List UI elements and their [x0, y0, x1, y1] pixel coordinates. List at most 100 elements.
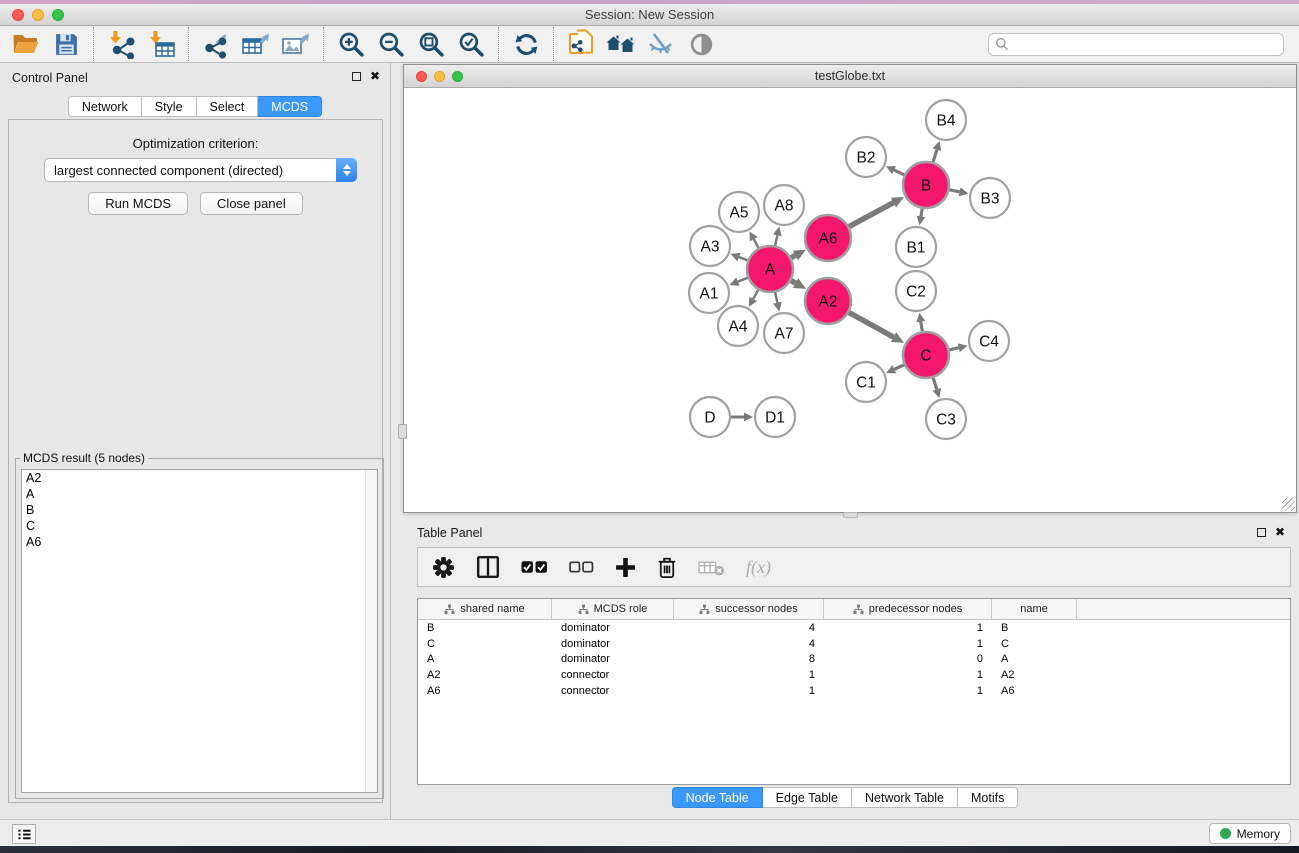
delete-table-button[interactable]: [698, 559, 725, 576]
search-input[interactable]: [1009, 37, 1277, 51]
splitter-handle[interactable]: [398, 424, 407, 439]
import-network-button[interactable]: [101, 27, 141, 61]
network-minimize-button[interactable]: [434, 71, 445, 82]
tab-motifs[interactable]: Motifs: [958, 787, 1018, 808]
resize-grip-icon[interactable]: [1282, 498, 1295, 511]
criterion-select[interactable]: largest connected component (directed): [44, 158, 357, 182]
splitter-handle[interactable]: [843, 512, 858, 518]
result-item[interactable]: A6: [22, 534, 377, 550]
table-cell[interactable]: A: [418, 653, 552, 665]
table-cell[interactable]: B: [418, 622, 552, 634]
export-network-button[interactable]: [196, 27, 236, 61]
network-zoom-button[interactable]: [452, 71, 463, 82]
table-cell[interactable]: C: [418, 638, 552, 650]
table-cell[interactable]: B: [992, 622, 1077, 634]
table-row[interactable]: Bdominator41B: [418, 620, 1290, 636]
result-item[interactable]: A: [22, 486, 377, 502]
table-cell[interactable]: 8: [674, 653, 824, 665]
zoom-window-button[interactable]: [52, 9, 64, 21]
mcds-result-list[interactable]: A2ABCA6: [21, 469, 378, 793]
graph-edge[interactable]: [949, 348, 958, 350]
graph-edge[interactable]: [849, 313, 894, 338]
tab-style[interactable]: Style: [142, 96, 197, 117]
column-header[interactable]: successor nodes: [674, 599, 824, 619]
network-window-titlebar[interactable]: testGlobe.txt: [404, 65, 1296, 88]
save-session-button[interactable]: [46, 27, 86, 61]
table-cell[interactable]: 4: [674, 638, 824, 650]
table-cell[interactable]: connector: [552, 669, 674, 681]
show-columns-button[interactable]: [476, 555, 500, 579]
graph-edge[interactable]: [894, 170, 904, 175]
select-all-button[interactable]: [521, 560, 548, 574]
table-cell[interactable]: dominator: [552, 653, 674, 665]
import-table-button[interactable]: [141, 27, 181, 61]
table-cell[interactable]: A2: [992, 669, 1077, 681]
graph-edge[interactable]: [791, 255, 795, 257]
graph-edge[interactable]: [775, 235, 777, 245]
table-cell[interactable]: dominator: [552, 638, 674, 650]
graph-edge[interactable]: [950, 190, 960, 192]
task-history-button[interactable]: [12, 824, 36, 844]
table-cell[interactable]: connector: [552, 685, 674, 697]
result-item[interactable]: B: [22, 502, 377, 518]
graph-edge[interactable]: [921, 209, 922, 217]
table-cell[interactable]: A: [992, 653, 1077, 665]
zoom-out-button[interactable]: [371, 27, 411, 61]
column-header[interactable]: shared name: [418, 599, 552, 619]
float-panel-icon[interactable]: [352, 72, 361, 81]
table-cell[interactable]: 1: [674, 685, 824, 697]
table-cell[interactable]: 1: [824, 622, 992, 634]
run-mcds-button[interactable]: Run MCDS: [88, 192, 188, 215]
result-item[interactable]: C: [22, 518, 377, 534]
table-cell[interactable]: 1: [674, 669, 824, 681]
graph-edge[interactable]: [738, 278, 748, 282]
tab-network[interactable]: Network: [68, 96, 142, 117]
graph-edge[interactable]: [894, 365, 904, 369]
table-row[interactable]: A6connector11A6: [418, 683, 1290, 699]
network-close-button[interactable]: [416, 71, 427, 82]
graph-edge[interactable]: [754, 239, 759, 248]
table-cell[interactable]: A6: [992, 685, 1077, 697]
export-image-button[interactable]: [276, 27, 316, 61]
column-header[interactable]: name: [992, 599, 1077, 619]
graph-edge[interactable]: [791, 281, 796, 284]
column-header[interactable]: MCDS role: [552, 599, 674, 619]
node-table[interactable]: shared nameMCDS rolesuccessor nodesprede…: [417, 598, 1291, 785]
tab-network-table[interactable]: Network Table: [852, 787, 958, 808]
function-builder-button[interactable]: f(x): [746, 557, 771, 578]
refresh-button[interactable]: [506, 27, 546, 61]
network-graph[interactable]: B4B2BB3A5A8A6B1A3AC2A1A2A4A7C4CC1C3DD1: [404, 88, 1296, 512]
network-canvas[interactable]: B4B2BB3A5A8A6B1A3AC2A1A2A4A7C4CC1C3DD1: [404, 88, 1296, 512]
tab-edge-table[interactable]: Edge Table: [763, 787, 852, 808]
add-column-button[interactable]: [615, 557, 636, 578]
graph-edge[interactable]: [921, 322, 923, 332]
hide-details-button[interactable]: [641, 27, 681, 61]
table-cell[interactable]: 1: [824, 685, 992, 697]
graph-edge[interactable]: [849, 203, 893, 227]
home-button[interactable]: [601, 27, 641, 61]
table-settings-button[interactable]: [432, 556, 455, 579]
graph-edge[interactable]: [933, 378, 937, 390]
result-item[interactable]: A2: [22, 470, 377, 486]
graph-edge[interactable]: [933, 150, 937, 162]
export-table-button[interactable]: [236, 27, 276, 61]
close-panel-icon[interactable]: ✖: [1275, 527, 1285, 537]
tab-select[interactable]: Select: [197, 96, 259, 117]
zoom-fit-button[interactable]: [411, 27, 451, 61]
table-row[interactable]: Cdominator41C: [418, 636, 1290, 652]
deselect-all-button[interactable]: [569, 561, 594, 573]
table-cell[interactable]: C: [992, 638, 1077, 650]
open-session-button[interactable]: [6, 27, 46, 61]
show-details-button[interactable]: [681, 27, 721, 61]
table-row[interactable]: A2connector11A2: [418, 667, 1290, 683]
table-cell[interactable]: 4: [674, 622, 824, 634]
zoom-in-button[interactable]: [331, 27, 371, 61]
graph-edge[interactable]: [775, 292, 777, 302]
table-cell[interactable]: 1: [824, 669, 992, 681]
column-header[interactable]: predecessor nodes: [824, 599, 992, 619]
tab-node-table[interactable]: Node Table: [672, 787, 763, 808]
zoom-selected-button[interactable]: [451, 27, 491, 61]
table-cell[interactable]: A2: [418, 669, 552, 681]
table-cell[interactable]: 1: [824, 638, 992, 650]
table-row[interactable]: Adominator80A: [418, 651, 1290, 667]
